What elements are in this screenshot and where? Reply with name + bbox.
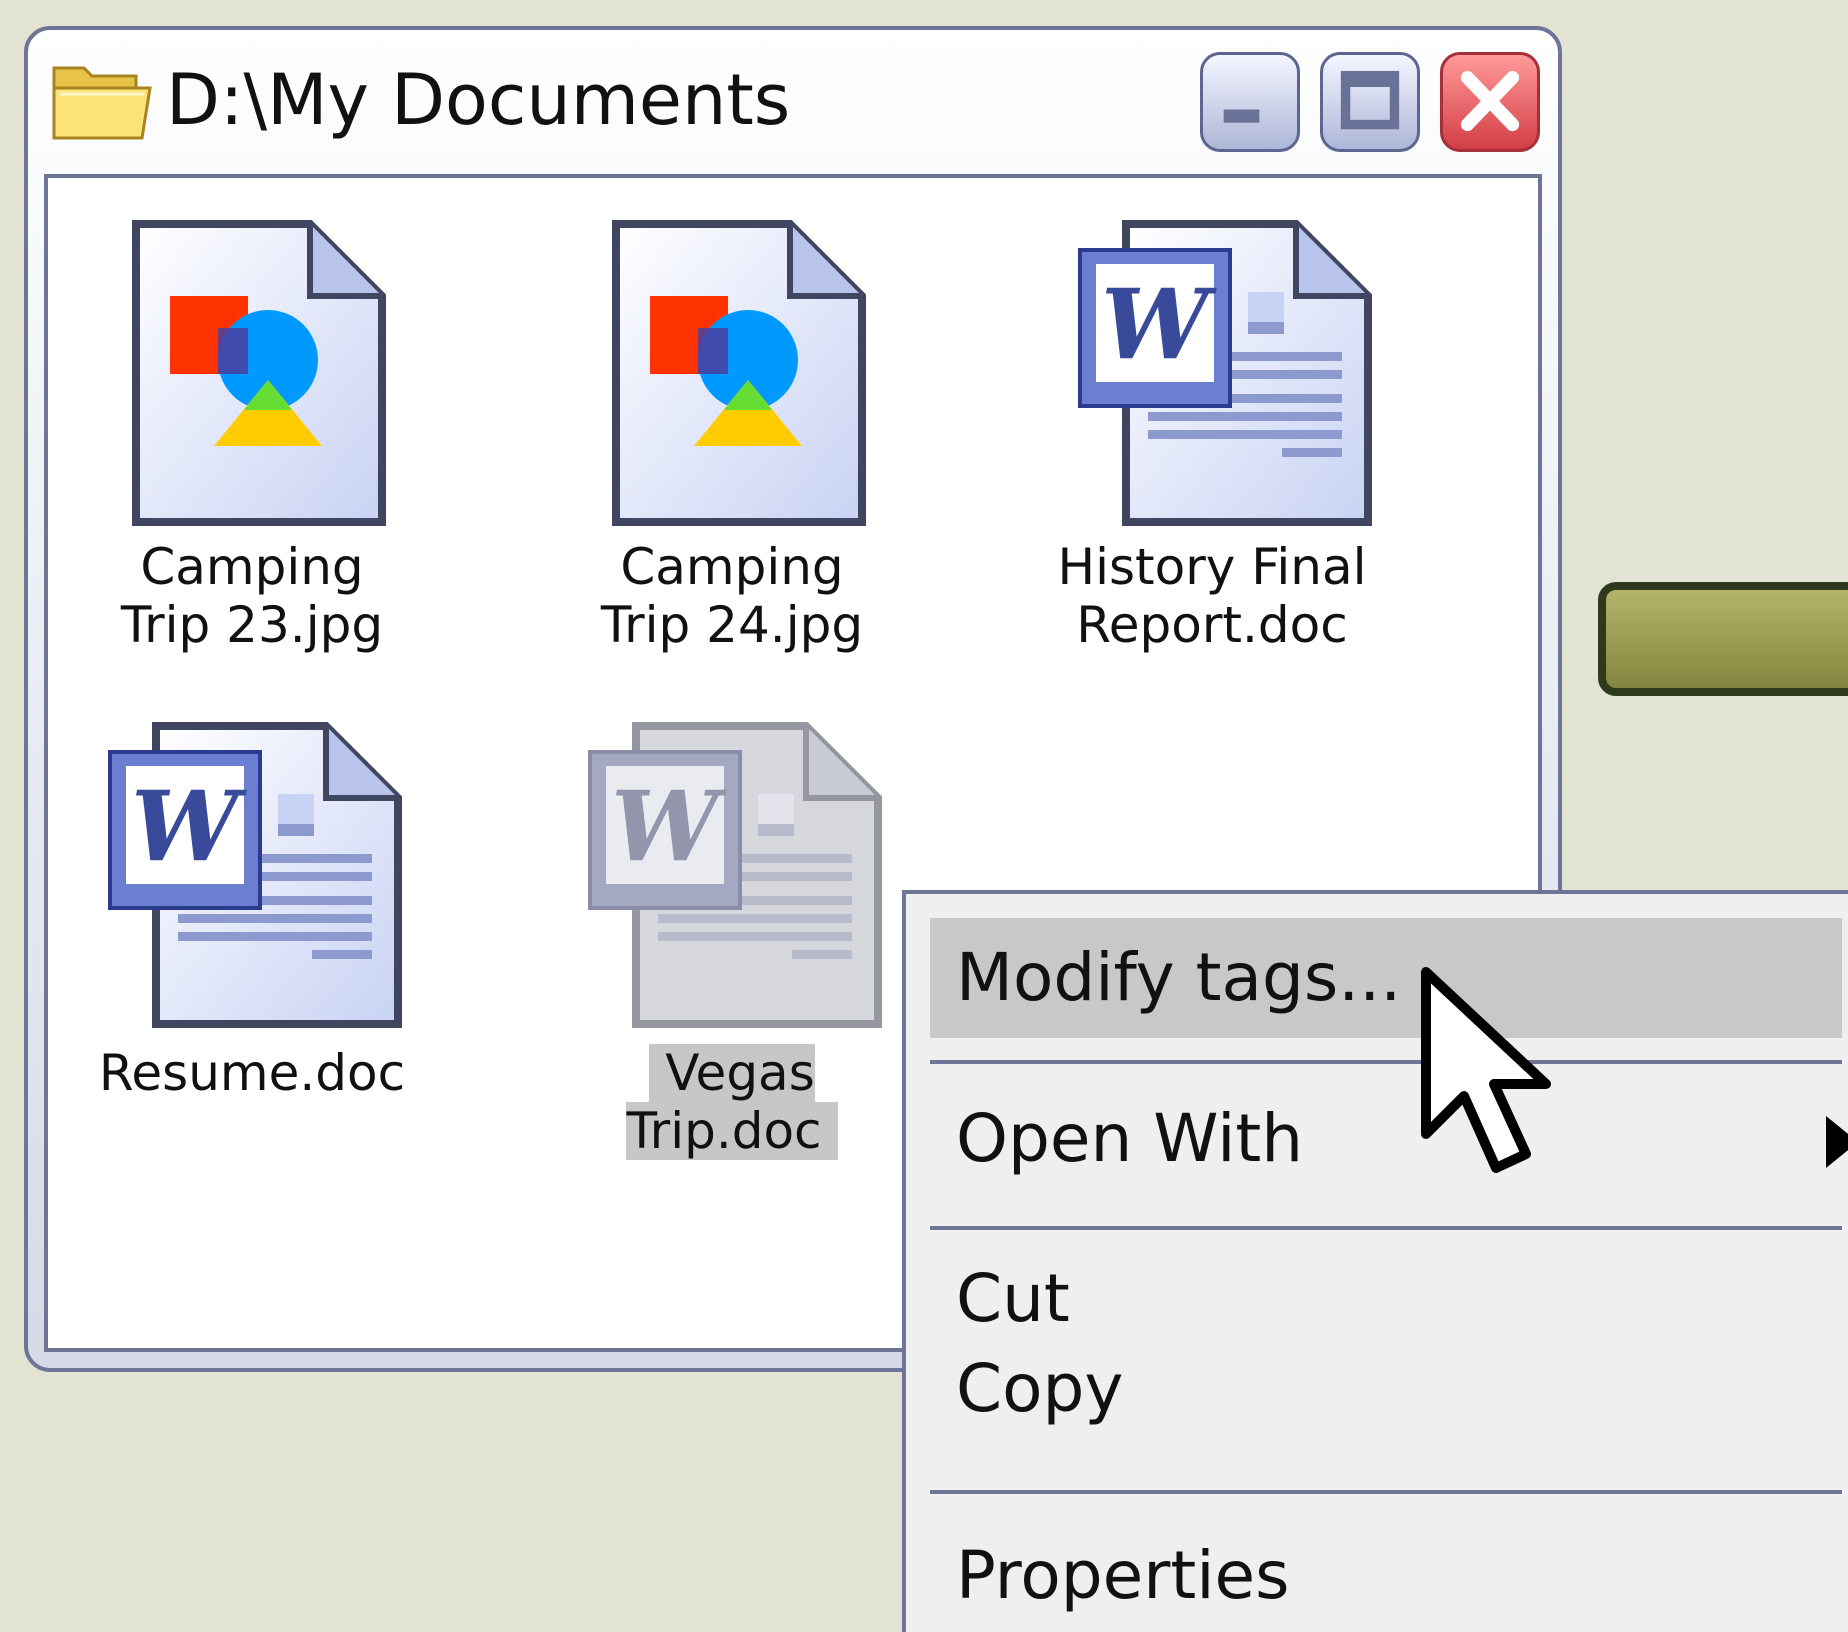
file-label: Camping Trip 24.jpg — [600, 538, 864, 654]
menu-item-properties[interactable]: Properties — [930, 1514, 1842, 1632]
file-label-selected: Vegas Trip.doc — [542, 1044, 922, 1160]
menu-item-copy[interactable]: Copy — [930, 1344, 1842, 1434]
context-menu: Modify tags... Open With Cut Copy Proper… — [902, 890, 1848, 1632]
file-item-camping-trip-24[interactable]: Camping Trip 24.jpg — [572, 220, 892, 680]
svg-text:W: W — [1101, 268, 1217, 381]
close-icon — [1460, 70, 1520, 132]
menu-item-modify-tags[interactable]: Modify tags... — [930, 918, 1842, 1038]
file-item-vegas-trip[interactable]: W Vegas Trip.doc — [542, 722, 922, 1160]
file-label: Camping Trip 23.jpg — [120, 538, 384, 654]
word-document-icon: W — [588, 722, 882, 1028]
minimize-button[interactable] — [1200, 52, 1300, 152]
close-button[interactable] — [1440, 52, 1540, 152]
maximize-button[interactable] — [1320, 52, 1420, 152]
menu-item-cut[interactable]: Cut — [930, 1254, 1842, 1344]
svg-text:W: W — [131, 770, 247, 883]
side-bar-button[interactable] — [1598, 582, 1848, 696]
menu-separator — [930, 1490, 1842, 1494]
file-item-resume[interactable]: W Resume.doc — [92, 722, 412, 1122]
folder-icon — [52, 66, 152, 140]
menu-item-open-with[interactable]: Open With — [930, 1074, 1848, 1204]
file-label: Resume.doc — [98, 1044, 406, 1102]
maximize-icon — [1340, 70, 1400, 130]
submenu-arrow-icon — [1826, 1116, 1848, 1168]
title-bar[interactable]: D:\My Documents — [28, 30, 1558, 170]
window-title: D:\My Documents — [166, 59, 791, 141]
image-file-icon — [132, 220, 386, 526]
menu-separator — [930, 1226, 1842, 1230]
svg-text:W: W — [611, 770, 727, 883]
menu-item-label: Open With — [956, 1100, 1304, 1177]
word-document-icon: W — [1078, 220, 1372, 526]
menu-separator — [930, 1060, 1842, 1064]
file-item-camping-trip-23[interactable]: Camping Trip 23.jpg — [92, 220, 412, 680]
image-file-icon — [612, 220, 866, 526]
file-item-history-final-report[interactable]: W History Final Report.doc — [1052, 220, 1372, 680]
selected-file-name: Vegas Trip.doc — [626, 1044, 838, 1160]
mouse-pointer-icon — [1421, 967, 1551, 1173]
minimize-icon — [1223, 109, 1260, 123]
file-label: History Final Report.doc — [1057, 538, 1367, 654]
word-document-icon: W — [108, 722, 402, 1028]
desktop: D:\My Documents Camping Trip 23.jpg Camp… — [0, 0, 1848, 1632]
